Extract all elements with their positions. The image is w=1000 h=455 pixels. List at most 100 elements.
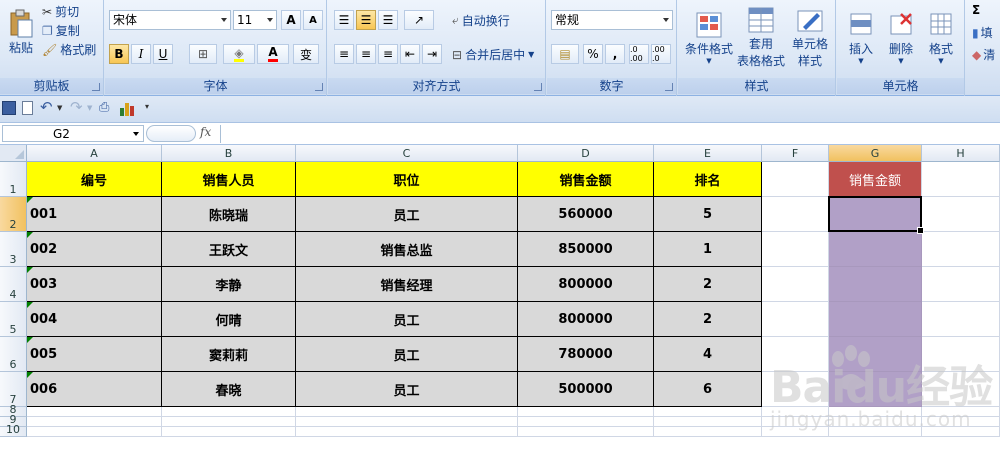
number-format-select[interactable]: 常规 bbox=[551, 10, 673, 30]
accounting-button[interactable]: ▤ bbox=[551, 44, 579, 64]
percent-button[interactable]: % bbox=[583, 44, 603, 64]
cell-d9[interactable] bbox=[518, 417, 654, 427]
comma-button[interactable]: , bbox=[605, 44, 625, 64]
row-header-10[interactable]: 10 bbox=[0, 423, 27, 437]
data-cell-e6[interactable]: 4 bbox=[654, 337, 762, 372]
cut-button[interactable]: ✂ 剪切 bbox=[42, 3, 79, 20]
data-cell-a6[interactable]: 005 bbox=[27, 337, 162, 372]
header-cell-e1[interactable]: 排名 bbox=[654, 162, 762, 197]
column-header-d[interactable]: D bbox=[518, 145, 654, 162]
increase-decimal-button[interactable]: .0 .00 bbox=[629, 44, 649, 64]
cell-f2[interactable] bbox=[762, 197, 829, 232]
data-cell-b4[interactable]: 李静 bbox=[162, 267, 296, 302]
data-cell-d5[interactable]: 800000 bbox=[518, 302, 654, 337]
data-cell-e2[interactable]: 5 bbox=[654, 197, 762, 232]
font-size-select[interactable]: 11 bbox=[233, 10, 277, 30]
cell-c8[interactable] bbox=[296, 407, 518, 417]
shrink-font-button[interactable]: A bbox=[303, 10, 323, 30]
data-cell-g3[interactable] bbox=[829, 232, 922, 267]
row-header-2[interactable]: 2 bbox=[0, 197, 27, 232]
data-cell-g2[interactable] bbox=[829, 197, 922, 232]
data-cell-c6[interactable]: 员工 bbox=[296, 337, 518, 372]
data-cell-b2[interactable]: 陈晓瑞 bbox=[162, 197, 296, 232]
dialog-launcher-icon[interactable] bbox=[665, 83, 673, 91]
cell-a10[interactable] bbox=[27, 427, 162, 437]
column-header-b[interactable]: B bbox=[162, 145, 296, 162]
customize-qat-icon[interactable]: ▾ bbox=[145, 102, 149, 111]
conditional-format-button[interactable]: 条件格式 ▼ bbox=[682, 2, 736, 72]
wrap-text-button[interactable]: ⤶ 自动换行 bbox=[452, 12, 510, 29]
data-cell-a3[interactable]: 002 bbox=[27, 232, 162, 267]
data-cell-c5[interactable]: 员工 bbox=[296, 302, 518, 337]
header-cell-b1[interactable]: 销售人员 bbox=[162, 162, 296, 197]
align-top-button[interactable]: ☰ bbox=[334, 10, 354, 30]
undo-icon[interactable]: ↶ bbox=[40, 98, 53, 116]
data-cell-e3[interactable]: 1 bbox=[654, 232, 762, 267]
clear-button[interactable]: ◆ 清 bbox=[972, 46, 995, 63]
align-left-button[interactable]: ≡ bbox=[334, 44, 354, 64]
align-center-button[interactable]: ≡ bbox=[356, 44, 376, 64]
column-header-a[interactable]: A bbox=[27, 145, 162, 162]
column-header-h[interactable]: H bbox=[922, 145, 1000, 162]
row-header-4[interactable]: 4 bbox=[0, 267, 27, 302]
cell-f1[interactable] bbox=[762, 162, 829, 197]
row-header-1[interactable]: 1 bbox=[0, 162, 27, 197]
bold-button[interactable]: B bbox=[109, 44, 129, 64]
column-header-e[interactable]: E bbox=[654, 145, 762, 162]
cell-e8[interactable] bbox=[654, 407, 762, 417]
data-cell-b3[interactable]: 王跃文 bbox=[162, 232, 296, 267]
paste-button[interactable]: 粘贴 bbox=[4, 4, 38, 60]
dialog-launcher-icon[interactable] bbox=[92, 83, 100, 91]
cell-c9[interactable] bbox=[296, 417, 518, 427]
data-cell-a4[interactable]: 003 bbox=[27, 267, 162, 302]
column-header-g[interactable]: G bbox=[829, 145, 922, 162]
insert-button[interactable]: 插入 ▼ bbox=[841, 2, 881, 72]
cell-a9[interactable] bbox=[27, 417, 162, 427]
cell-f5[interactable] bbox=[762, 302, 829, 337]
cell-e9[interactable] bbox=[654, 417, 762, 427]
grow-font-button[interactable]: A bbox=[281, 10, 301, 30]
header-cell-c1[interactable]: 职位 bbox=[296, 162, 518, 197]
data-cell-a5[interactable]: 004 bbox=[27, 302, 162, 337]
data-cell-c7[interactable]: 员工 bbox=[296, 372, 518, 407]
data-cell-c4[interactable]: 销售经理 bbox=[296, 267, 518, 302]
data-cell-d4[interactable]: 800000 bbox=[518, 267, 654, 302]
dialog-launcher-icon[interactable] bbox=[315, 83, 323, 91]
cell-c10[interactable] bbox=[296, 427, 518, 437]
data-cell-c3[interactable]: 销售总监 bbox=[296, 232, 518, 267]
data-cell-e4[interactable]: 2 bbox=[654, 267, 762, 302]
decrease-indent-button[interactable]: ⇤ bbox=[400, 44, 420, 64]
redo-icon[interactable]: ↷ bbox=[70, 98, 83, 116]
fill-button[interactable]: ▮ 填 bbox=[972, 24, 993, 41]
select-all-corner[interactable] bbox=[0, 145, 27, 162]
cell-b9[interactable] bbox=[162, 417, 296, 427]
decrease-decimal-button[interactable]: .00 .0 bbox=[651, 44, 671, 64]
chevron-down-icon[interactable]: ▼ bbox=[57, 104, 62, 112]
merge-center-button[interactable]: ⊟ 合并后居中 ▼ bbox=[452, 46, 534, 63]
orientation-button[interactable]: ↗ bbox=[404, 10, 434, 30]
fill-color-button[interactable]: ◈ bbox=[223, 44, 255, 64]
align-bottom-button[interactable]: ☰ bbox=[378, 10, 398, 30]
data-cell-b7[interactable]: 春晓 bbox=[162, 372, 296, 407]
cell-b8[interactable] bbox=[162, 407, 296, 417]
cell-a8[interactable] bbox=[27, 407, 162, 417]
data-cell-g5[interactable] bbox=[829, 302, 922, 337]
data-cell-c2[interactable]: 员工 bbox=[296, 197, 518, 232]
chart-icon[interactable] bbox=[120, 101, 136, 116]
cell-b10[interactable] bbox=[162, 427, 296, 437]
format-as-table-button[interactable]: 套用 表格格式 bbox=[736, 2, 786, 72]
row-header-5[interactable]: 5 bbox=[0, 302, 27, 337]
insert-function-icon[interactable]: fx bbox=[200, 125, 211, 139]
data-cell-d2[interactable]: 560000 bbox=[518, 197, 654, 232]
dialog-launcher-icon[interactable] bbox=[534, 83, 542, 91]
font-name-select[interactable]: 宋体 bbox=[109, 10, 231, 30]
formula-bar-handle-icon[interactable] bbox=[146, 125, 196, 142]
save-icon[interactable] bbox=[2, 101, 16, 115]
row-header-6[interactable]: 6 bbox=[0, 337, 27, 372]
cell-h5[interactable] bbox=[922, 302, 1000, 337]
chevron-down-icon[interactable]: ▼ bbox=[87, 104, 92, 112]
data-cell-a7[interactable]: 006 bbox=[27, 372, 162, 407]
row-header-7[interactable]: 7 bbox=[0, 372, 27, 407]
cell-h3[interactable] bbox=[922, 232, 1000, 267]
underline-button[interactable]: U bbox=[153, 44, 173, 64]
